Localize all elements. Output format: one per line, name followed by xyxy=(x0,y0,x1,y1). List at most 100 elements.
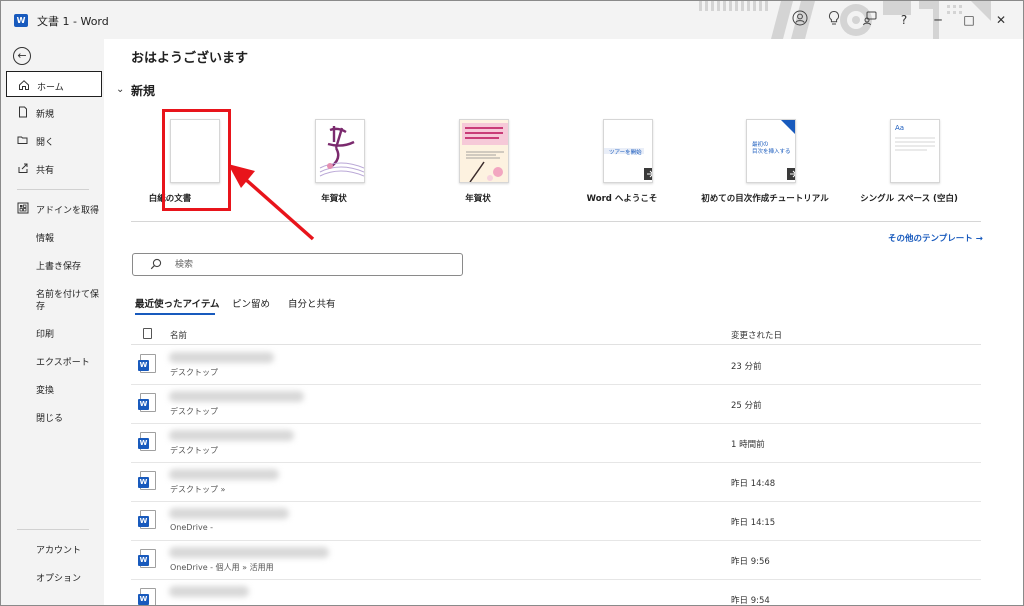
file-modified-date: 昨日 9:56 xyxy=(731,557,770,567)
sidebar-item-open[interactable]: 開く xyxy=(6,127,102,153)
sidebar-item-info[interactable]: 情報 xyxy=(6,223,102,249)
redacted-file-name xyxy=(169,391,304,402)
highlight-frame xyxy=(162,109,231,211)
sidebar-item-label: 名前を付けて保 xyxy=(36,290,100,300)
template-label: シングル スペース (空白) xyxy=(860,194,958,204)
section-divider xyxy=(131,221,981,222)
home-pane: おはようございます ⌄ 新規 白紙の文書 年賀状 年賀状 ツアーを開始 Word… xyxy=(104,39,1023,605)
template-thumb-text: ツアーを開始 xyxy=(609,150,642,156)
search-box[interactable] xyxy=(132,253,463,276)
sidebar-item-label: アドインを取得 xyxy=(36,206,100,216)
search-input[interactable] xyxy=(175,258,445,272)
file-row[interactable]: W デスクトップ 23 分前 xyxy=(131,346,981,385)
file-row[interactable]: W デスクトップ 25 分前 xyxy=(131,385,981,424)
file-row[interactable]: W デスクトップ 1 時間前 xyxy=(131,424,981,463)
file-modified-date: 1 時間前 xyxy=(731,440,765,450)
word-document-icon: W xyxy=(138,471,156,490)
feedback-button[interactable] xyxy=(860,10,880,30)
home-icon xyxy=(18,79,30,91)
title-bar: W 文書 1 - Word ? ─ □ ✕ xyxy=(1,1,1023,39)
feedback-icon xyxy=(863,11,877,26)
file-row[interactable]: W デスクトップ » 昨日 14:48 xyxy=(131,463,981,502)
file-location: デスクトップ xyxy=(170,368,218,377)
sidebar-item-new[interactable]: 新規 xyxy=(6,99,102,125)
sidebar-item-label: オプション xyxy=(36,574,82,584)
template-thumbnail: 最初の 目次を挿入する xyxy=(746,119,796,183)
sidebar-item-transform[interactable]: 変換 xyxy=(6,375,102,401)
active-tab-indicator xyxy=(135,313,215,315)
file-location: デスクトップ xyxy=(170,407,218,416)
sidebar-item-label: 開く xyxy=(36,138,55,148)
template-thumbnail: Aa xyxy=(890,119,940,183)
template-label: Word へようこそ xyxy=(586,194,658,204)
account-button[interactable] xyxy=(790,10,810,30)
lightbulb-icon xyxy=(828,10,840,25)
template-nengajo-2[interactable]: 年賀状 xyxy=(413,117,543,207)
sidebar-item-get-addins[interactable]: アドインを取得 xyxy=(6,195,102,221)
template-label: 年賀状 xyxy=(465,194,491,204)
file-type-icon[interactable] xyxy=(143,328,152,339)
sidebar-divider xyxy=(17,529,89,530)
sidebar-divider xyxy=(17,189,89,190)
file-modified-date: 昨日 9:54 xyxy=(731,596,770,606)
file-location: デスクトップ xyxy=(170,446,218,455)
minimize-button[interactable]: ─ xyxy=(928,10,948,30)
greeting-heading: おはようございます xyxy=(131,51,249,66)
help-button[interactable]: ? xyxy=(894,10,914,30)
backstage-sidebar: ← ホーム 新規 開く 共有 アドインを取得 情報 上書き保存 名前を付けて保 … xyxy=(1,39,104,605)
template-thumbnail xyxy=(459,119,509,183)
sidebar-item-export[interactable]: エクスポート xyxy=(6,347,102,373)
new-section-title: 新規 xyxy=(131,84,156,98)
sidebar-item-home[interactable]: ホーム xyxy=(6,71,102,97)
word-window: W 文書 1 - Word ? ─ □ ✕ ← ホーム 新規 開く 共有 アドイ… xyxy=(0,0,1024,606)
redacted-file-name xyxy=(169,430,294,441)
template-thumb-text: 最初の 目次を挿入する xyxy=(752,142,791,155)
file-row[interactable]: W OneDrive - 昨日 14:15 xyxy=(131,502,981,541)
tab-recent[interactable]: 最近使ったアイテム xyxy=(135,296,220,310)
template-label: 年賀状 xyxy=(321,194,347,204)
new-document-icon xyxy=(17,106,29,118)
column-header-modified[interactable]: 変更された日 xyxy=(731,329,782,341)
sidebar-item-share[interactable]: 共有 xyxy=(6,155,102,181)
sidebar-item-print[interactable]: 印刷 xyxy=(6,319,102,345)
template-toc-tutorial[interactable]: 最初の 目次を挿入する 初めての目次作成チュートリアル xyxy=(700,117,830,207)
person-circle-icon xyxy=(792,10,808,26)
sidebar-item-label: 共有 xyxy=(36,166,55,176)
file-modified-date: 昨日 14:15 xyxy=(731,518,776,528)
sidebar-item-label: 変換 xyxy=(36,386,55,396)
column-header-name[interactable]: 名前 xyxy=(170,329,187,341)
template-nengajo-1[interactable]: 年賀状 xyxy=(269,117,399,207)
sidebar-item-account[interactable]: アカウント xyxy=(6,535,102,561)
back-arrow-icon[interactable]: ← xyxy=(13,47,31,65)
template-welcome-to-word[interactable]: ツアーを開始 Word へようこそ xyxy=(557,117,687,207)
tab-shared-with-me[interactable]: 自分と共有 xyxy=(288,296,336,310)
tab-pinned[interactable]: ピン留め xyxy=(232,296,270,310)
template-thumb-text: Aa xyxy=(895,124,905,132)
sidebar-item-label: 情報 xyxy=(36,234,55,244)
redacted-file-name xyxy=(169,469,279,480)
word-document-icon: W xyxy=(138,354,156,373)
tips-button[interactable] xyxy=(824,10,844,30)
sidebar-item-options[interactable]: オプション xyxy=(6,563,102,589)
template-label: 初めての目次作成チュートリアル xyxy=(701,194,829,204)
redacted-file-name xyxy=(169,586,249,597)
file-row[interactable]: W OneDrive - 個人用 » 活用用 昨日 9:56 xyxy=(131,541,981,580)
file-location: OneDrive - xyxy=(170,523,214,532)
template-thumbnail xyxy=(315,119,365,183)
word-document-icon: W xyxy=(138,510,156,529)
sidebar-item-label: 上書き保存 xyxy=(36,262,82,272)
template-single-spaced-blank[interactable]: Aa シングル スペース (空白) xyxy=(844,117,974,207)
sidebar-item-save-as[interactable]: 名前を付けて保 存 xyxy=(6,279,102,319)
sidebar-item-close[interactable]: 閉じる xyxy=(6,403,102,429)
redacted-file-name xyxy=(169,547,329,558)
sidebar-item-label: ホーム xyxy=(37,83,64,93)
file-row[interactable]: W 昨日 9:54 xyxy=(131,580,981,606)
sidebar-item-save[interactable]: 上書き保存 xyxy=(6,251,102,277)
file-location: デスクトップ » xyxy=(170,485,226,494)
close-button[interactable]: ✕ xyxy=(991,10,1011,30)
more-templates-link[interactable]: その他のテンプレート → xyxy=(888,232,983,244)
sidebar-item-label-line2: 存 xyxy=(36,302,46,312)
share-icon xyxy=(17,162,29,174)
collapse-chevron-icon[interactable]: ⌄ xyxy=(116,84,124,95)
maximize-button[interactable]: □ xyxy=(959,10,979,30)
